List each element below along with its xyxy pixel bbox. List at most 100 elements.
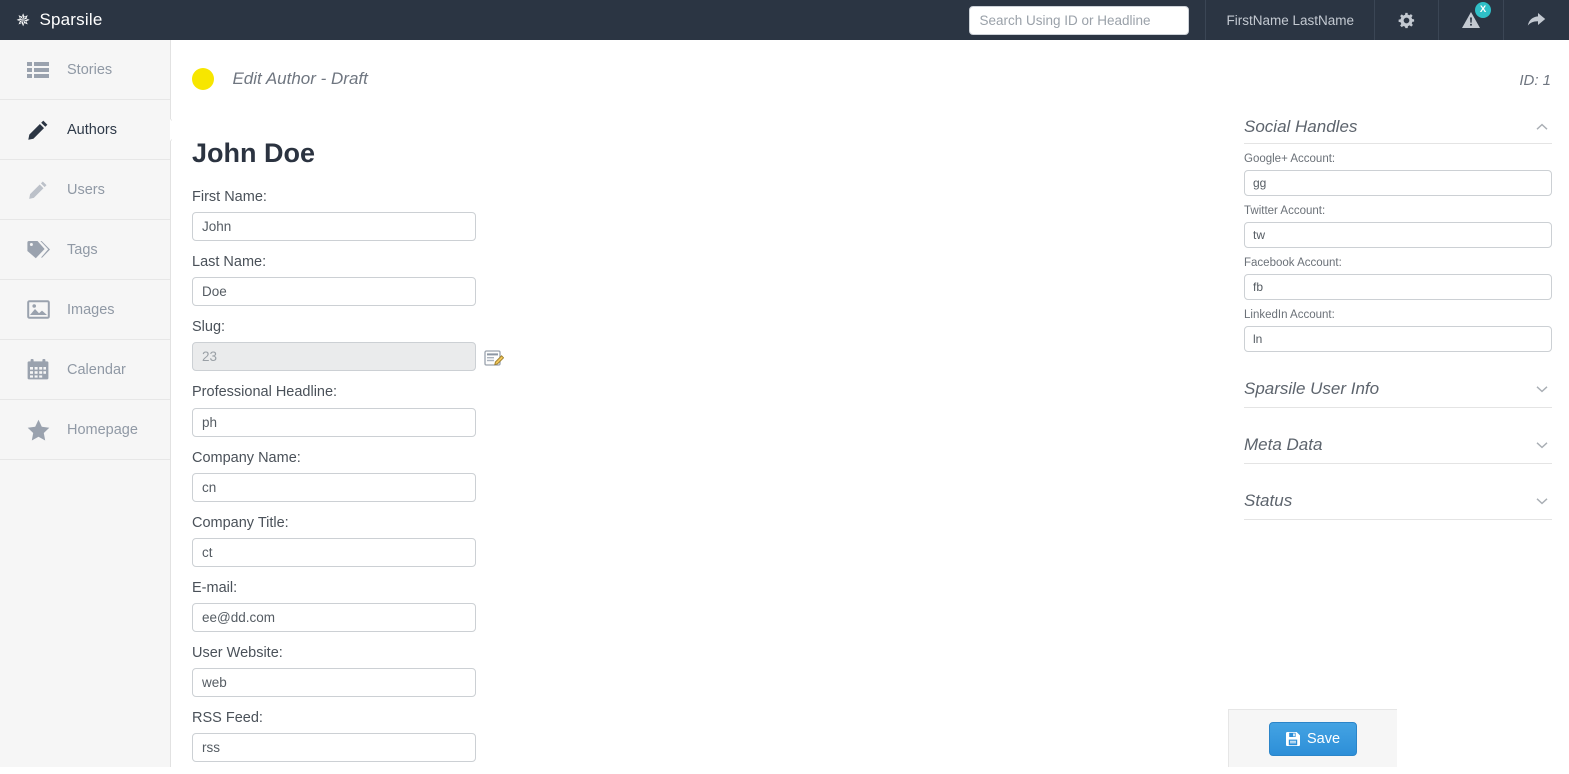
page-subtitle: Edit Author - Draft — [232, 69, 368, 88]
chevron-down-icon — [1536, 383, 1552, 395]
sidebar-item-users[interactable]: Users — [0, 160, 170, 220]
email-input[interactable] — [192, 602, 476, 632]
field-facebook-account: Facebook Account: — [1244, 256, 1552, 300]
chevron-up-icon — [1536, 121, 1552, 133]
sidebar-item-label: Users — [67, 181, 105, 198]
sidebar: Stories Authors Users Tags Images Calend… — [0, 40, 181, 767]
field-label: Last Name: — [192, 254, 267, 271]
pencil-icon — [26, 178, 50, 202]
sidebar-item-calendar[interactable]: Calendar — [0, 340, 170, 400]
brand-label: Sparsile — [39, 10, 103, 29]
field-first-name: First Name: — [192, 188, 492, 242]
field-label: First Name: — [192, 189, 267, 205]
pencil-icon — [26, 118, 50, 142]
sidebar-item-label: Calendar — [67, 361, 126, 378]
field-email: E-mail: — [192, 579, 492, 632]
field-label: Twitter Account: — [1244, 204, 1326, 217]
accordion-meta-data: Meta Data — [1244, 428, 1552, 464]
accordion-title: Meta Data — [1244, 435, 1323, 455]
accordion-header-status[interactable]: Status — [1244, 484, 1552, 520]
right-panel: Social Handles Google+ Account: Twitter … — [1244, 110, 1552, 520]
field-label: Company Title: — [192, 514, 289, 531]
rss-feed-input[interactable] — [192, 733, 476, 763]
edit-form-icon[interactable] — [484, 349, 505, 369]
sidebar-item-images[interactable]: Images — [0, 280, 170, 340]
sidebar-item-label: Images — [67, 301, 115, 318]
first-name-input[interactable] — [192, 212, 476, 242]
last-name-input[interactable] — [192, 277, 476, 307]
alerts-badge: X — [1475, 2, 1491, 18]
sidebar-item-stories[interactable]: Stories — [0, 40, 170, 100]
field-twitter-account: Twitter Account: — [1244, 204, 1552, 248]
image-icon — [26, 298, 50, 322]
field-last-name: Last Name: — [192, 253, 492, 307]
main-content: Edit Author - Draft ID: 1 John Doe First… — [172, 40, 1569, 767]
field-linkedin-account: LinkedIn Account: — [1244, 308, 1552, 352]
field-label: Google+ Account: — [1244, 153, 1336, 165]
accordion-status: Status — [1244, 484, 1552, 520]
slug-input — [192, 342, 476, 372]
save-button-label: Save — [1306, 730, 1341, 747]
search-input[interactable] — [969, 5, 1190, 35]
page-header: Edit Author - Draft ID: 1 — [192, 68, 1551, 102]
field-slug: Slug: — [192, 318, 505, 372]
record-id-label: ID: 1 — [1519, 72, 1551, 89]
save-footer-panel: Save — [1228, 709, 1397, 767]
forward-arrow-icon — [1526, 11, 1547, 29]
professional-headline-input[interactable] — [192, 407, 476, 437]
chevron-down-icon — [1536, 495, 1552, 507]
field-label: Slug: — [192, 319, 226, 336]
user-website-input[interactable] — [192, 668, 476, 697]
field-label: RSS Feed: — [192, 710, 263, 726]
field-label: Facebook Account: — [1244, 256, 1342, 269]
field-label: Company Name: — [192, 449, 301, 466]
accordion-header-social-handles[interactable]: Social Handles — [1244, 110, 1552, 144]
asterisk-star-icon: ✵ — [16, 10, 31, 30]
field-label: User Website: — [192, 644, 283, 661]
facebook-account-input[interactable] — [1244, 273, 1552, 300]
company-name-input[interactable] — [192, 472, 476, 502]
sidebar-item-label: Authors — [67, 121, 117, 138]
calendar-icon — [26, 358, 50, 382]
user-name-button[interactable]: FirstName LastName — [1205, 0, 1374, 40]
accordion-header-meta-data[interactable]: Meta Data — [1244, 428, 1552, 464]
company-title-input[interactable] — [192, 537, 476, 567]
field-google-plus-account: Google+ Account: — [1244, 152, 1552, 196]
field-professional-headline: Professional Headline: — [192, 383, 492, 437]
sidebar-item-homepage[interactable]: Homepage — [0, 400, 170, 460]
page-title: John Doe — [192, 138, 316, 168]
settings-button[interactable] — [1374, 0, 1438, 40]
sidebar-item-tags[interactable]: Tags — [0, 220, 170, 280]
accordion-header-sparsile-user-info[interactable]: Sparsile User Info — [1244, 372, 1552, 408]
top-bar: ✵ Sparsile FirstName LastName X — [0, 0, 1569, 40]
share-button[interactable] — [1503, 0, 1569, 40]
sidebar-item-authors[interactable]: Authors — [0, 100, 181, 160]
list-icon — [26, 58, 50, 82]
accordion-title: Social Handles — [1244, 116, 1358, 136]
alerts-button[interactable]: X — [1438, 0, 1503, 40]
floppy-disk-icon — [1285, 731, 1300, 746]
field-company-title: Company Title: — [192, 514, 492, 567]
twitter-account-input[interactable] — [1244, 221, 1552, 248]
accordion-sparsile-user-info: Sparsile User Info — [1244, 372, 1552, 408]
chevron-down-icon — [1536, 439, 1552, 451]
brand-logo[interactable]: ✵ Sparsile — [0, 0, 120, 40]
save-button[interactable]: Save — [1268, 721, 1358, 756]
sidebar-item-label: Stories — [67, 61, 113, 78]
linkedin-account-input[interactable] — [1244, 325, 1552, 352]
user-name-label: FirstName LastName — [1226, 12, 1354, 28]
field-label: E-mail: — [192, 579, 238, 596]
tag-icon — [26, 238, 50, 262]
sidebar-item-label: Homepage — [67, 421, 138, 438]
google-plus-account-input[interactable] — [1244, 169, 1552, 196]
field-user-website: User Website: — [192, 644, 492, 697]
accordion-title: Status — [1244, 491, 1293, 511]
field-label: Professional Headline: — [192, 384, 338, 401]
search-container — [953, 0, 1205, 40]
author-form: First Name: Last Name: Slug: Professiona… — [192, 188, 505, 774]
field-label: LinkedIn Account: — [1244, 308, 1335, 321]
sidebar-item-label: Tags — [67, 241, 98, 258]
accordion-title: Sparsile User Info — [1244, 379, 1380, 399]
accordion-body-social-handles: Google+ Account: Twitter Account: Facebo… — [1244, 144, 1552, 352]
